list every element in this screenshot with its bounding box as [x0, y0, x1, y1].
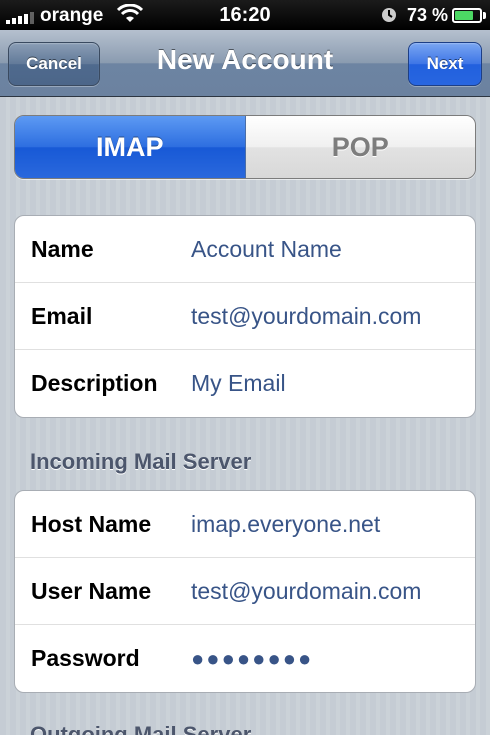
battery-percent: 73 %: [407, 5, 449, 25]
password-row[interactable]: Password ●●●●●●●●: [15, 625, 475, 692]
incoming-server-header: Incoming Mail Server: [30, 449, 252, 474]
incoming-server-group: Host Name imap.everyone.net User Name te…: [14, 490, 476, 693]
battery-icon: [452, 8, 482, 23]
description-row[interactable]: Description My Email: [15, 350, 475, 417]
description-field[interactable]: My Email: [191, 370, 286, 397]
next-button[interactable]: Next: [408, 42, 482, 86]
user-name-label: User Name: [31, 577, 152, 604]
alarm-clock-icon: [381, 7, 397, 28]
email-field[interactable]: test@yourdomain.com: [191, 303, 421, 330]
account-type-segmented-control: IMAP POP: [14, 115, 476, 179]
description-label: Description: [31, 370, 158, 396]
user-name-row[interactable]: User Name test@yourdomain.com: [15, 558, 475, 625]
navigation-bar: Cancel New Account Next: [0, 30, 490, 97]
battery-level-fill: [455, 11, 473, 20]
email-row[interactable]: Email test@yourdomain.com: [15, 283, 475, 350]
password-label: Password: [31, 645, 140, 671]
user-name-field[interactable]: test@yourdomain.com: [191, 578, 421, 605]
host-name-label: Host Name: [31, 510, 152, 537]
name-row[interactable]: Name Account Name: [15, 216, 475, 283]
outgoing-server-header: Outgoing Mail Server: [30, 722, 252, 735]
page-title: New Account: [156, 44, 334, 75]
account-info-group: Name Account Name Email test@yourdomain.…: [14, 215, 476, 418]
name-label: Name: [31, 235, 94, 262]
host-name-row[interactable]: Host Name imap.everyone.net: [15, 491, 475, 558]
battery-tip: [483, 12, 486, 19]
cancel-button[interactable]: Cancel: [8, 42, 100, 86]
password-field[interactable]: ●●●●●●●●: [191, 646, 313, 672]
host-name-field[interactable]: imap.everyone.net: [191, 511, 380, 538]
segment-pop[interactable]: POP: [245, 116, 475, 178]
segment-imap[interactable]: IMAP: [15, 116, 246, 178]
status-bar: orange 16:20 73 %: [0, 0, 490, 30]
email-label: Email: [31, 302, 93, 329]
name-field[interactable]: Account Name: [191, 236, 342, 263]
